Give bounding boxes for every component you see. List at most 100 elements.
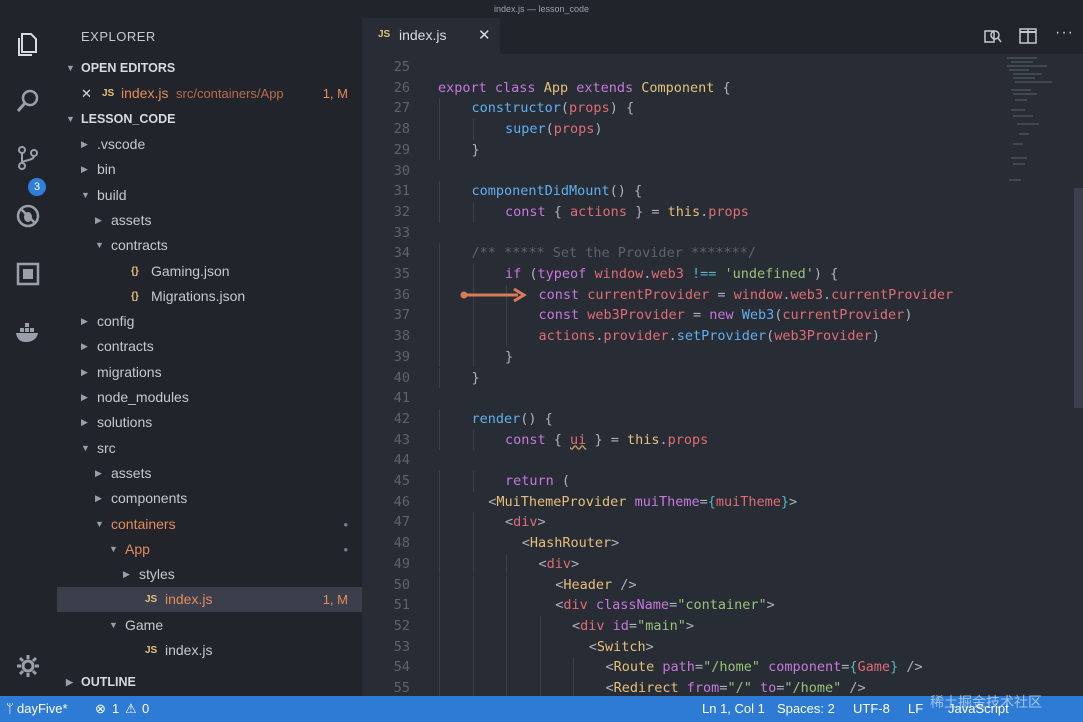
code-line[interactable]: 35 if (typeof window.web3 !== 'undefined'… xyxy=(362,264,1002,285)
workspace-header[interactable]: ▼ LESSON_CODE xyxy=(57,107,362,131)
chevron-right-icon[interactable]: ▶ xyxy=(81,309,88,334)
open-changes-icon[interactable] xyxy=(982,26,1002,46)
code-line[interactable]: 33 xyxy=(362,223,1002,244)
code-line[interactable]: 26 export class App extends Component { xyxy=(362,78,1002,99)
tree-item[interactable]: ▶ contracts xyxy=(57,334,362,359)
chevron-right-icon[interactable]: ▶ xyxy=(81,334,88,359)
tree-item[interactable]: ▼ App • xyxy=(57,537,362,562)
tree-item[interactable]: ▶ bin xyxy=(57,157,362,182)
tree-item[interactable]: ▶ assets xyxy=(57,461,362,486)
code-line[interactable]: 45 return ( xyxy=(362,471,1002,492)
code-line[interactable]: 51 <div className="container"> xyxy=(362,595,1002,616)
tree-item[interactable]: ▶ node_modules xyxy=(57,385,362,410)
code-line[interactable]: 41 xyxy=(362,388,1002,409)
code-line[interactable]: 36 const currentProvider = window.web3.cu… xyxy=(362,285,1002,306)
code-line[interactable]: 53 <Switch> xyxy=(362,637,1002,658)
tree-item[interactable]: ▶ components xyxy=(57,486,362,511)
code-line[interactable]: 31 componentDidMount() { xyxy=(362,181,1002,202)
chevron-right-icon[interactable]: ▶ xyxy=(81,410,88,435)
code-line[interactable]: 25 xyxy=(362,57,1002,78)
code-line[interactable]: 29} xyxy=(362,140,1002,161)
tree-item[interactable]: ▼ containers • xyxy=(57,512,362,537)
tree-item[interactable]: {} Gaming.json xyxy=(57,259,362,284)
tree-item[interactable]: {} Migrations.json xyxy=(57,284,362,309)
code-line[interactable]: 37 const web3Provider = new Web3(currentP… xyxy=(362,305,1002,326)
code-line[interactable]: 54 <Route path="/home" component={Game} /… xyxy=(362,657,1002,678)
search-icon[interactable] xyxy=(10,83,46,119)
open-editors-header[interactable]: ▼ OPEN EDITORS xyxy=(57,56,362,80)
code-line[interactable]: 40} xyxy=(362,368,1002,389)
extensions-icon[interactable] xyxy=(10,256,46,292)
scrollbar-thumb[interactable] xyxy=(1074,188,1083,408)
encoding[interactable]: UTF-8 xyxy=(853,696,890,722)
chevron-down-icon[interactable]: ▼ xyxy=(95,512,104,537)
code-editor[interactable]: 25 26 export class App extends Component {… xyxy=(362,54,1083,699)
code-line[interactable]: 42 render() { xyxy=(362,409,1002,430)
source-control-icon[interactable] xyxy=(10,140,46,176)
chevron-down-icon[interactable]: ▼ xyxy=(109,613,118,638)
tree-item[interactable]: ▼ contracts xyxy=(57,233,362,258)
error-icon[interactable]: ⊗ xyxy=(95,696,106,722)
debug-icon[interactable] xyxy=(10,198,46,234)
chevron-down-icon[interactable]: ▼ xyxy=(95,233,104,258)
files-icon[interactable] xyxy=(10,26,46,62)
code-line[interactable]: 32 const { actions } = this.props xyxy=(362,202,1002,223)
close-icon[interactable]: ✕ xyxy=(478,26,491,44)
tree-item[interactable]: JS index.js xyxy=(57,638,362,663)
tree-item[interactable]: ▼ Game xyxy=(57,613,362,638)
warning-icon[interactable]: ⚠ xyxy=(125,696,137,722)
chevron-right-icon[interactable]: ▶ xyxy=(81,385,88,410)
chevron-right-icon[interactable]: ▶ xyxy=(95,208,102,233)
indentation[interactable]: Spaces: 2 xyxy=(777,696,835,722)
code-line[interactable]: 34 /** ***** Set the Provider *******/ xyxy=(362,243,1002,264)
code-line[interactable]: 46 <MuiThemeProvider muiTheme={muiTheme}> xyxy=(362,492,1002,513)
chevron-right-icon[interactable]: ▶ xyxy=(81,360,88,385)
code-line[interactable]: 44 xyxy=(362,450,1002,471)
code-line[interactable]: 30 xyxy=(362,161,1002,182)
open-editor-item[interactable]: ✕ JS index.js src/containers/App 1, M xyxy=(57,81,362,106)
chevron-right-icon[interactable]: ▶ xyxy=(123,562,130,587)
chevron-down-icon[interactable]: ▼ xyxy=(81,183,90,208)
outline-header[interactable]: ▶ OUTLINE xyxy=(57,670,362,694)
tree-item[interactable]: JS index.js 1, M xyxy=(57,587,362,613)
tree-item[interactable]: ▶ solutions xyxy=(57,410,362,435)
code-line[interactable]: 47 <div> xyxy=(362,512,1002,533)
code-line[interactable]: 38 actions.provider.setProvider(web3Provi… xyxy=(362,326,1002,347)
code-line[interactable]: 49 <div> xyxy=(362,554,1002,575)
code-line[interactable]: 39} xyxy=(362,347,1002,368)
indent-guide xyxy=(539,657,541,678)
chevron-right-icon[interactable]: ▶ xyxy=(81,132,88,157)
line-ending[interactable]: LF xyxy=(908,696,923,722)
docker-icon[interactable] xyxy=(10,314,46,350)
tree-item[interactable]: ▶ assets xyxy=(57,208,362,233)
branch-icon[interactable]: ᛘ xyxy=(6,696,14,722)
code-line[interactable]: 50 <Header /> xyxy=(362,575,1002,596)
split-editor-icon[interactable] xyxy=(1018,26,1038,46)
chevron-right-icon[interactable]: ▶ xyxy=(95,461,102,486)
settings-gear-icon[interactable] xyxy=(10,648,46,684)
chevron-right-icon[interactable]: ▶ xyxy=(81,157,88,182)
chevron-down-icon[interactable]: ▼ xyxy=(81,436,90,461)
code-line[interactable]: 27 constructor(props) { xyxy=(362,98,1002,119)
chevron-right-icon[interactable]: ▶ xyxy=(95,486,102,511)
more-actions-icon[interactable]: ··· xyxy=(1055,24,1074,42)
branch-name[interactable]: dayFive* xyxy=(17,696,68,722)
tree-item[interactable]: ▶ migrations xyxy=(57,360,362,385)
tab-index-js[interactable]: JS index.js ✕ xyxy=(362,18,500,54)
tree-item[interactable]: ▶ .vscode xyxy=(57,132,362,157)
js-file-icon: JS xyxy=(378,29,391,40)
code-line[interactable]: 52 <div id="main"> xyxy=(362,616,1002,637)
code-line[interactable]: 48 <HashRouter> xyxy=(362,533,1002,554)
cursor-position[interactable]: Ln 1, Col 1 xyxy=(702,696,765,722)
warning-count[interactable]: 0 xyxy=(142,696,149,722)
tree-item[interactable]: ▼ src xyxy=(57,436,362,461)
tree-item[interactable]: ▼ build xyxy=(57,183,362,208)
code-line[interactable]: 28 super(props) xyxy=(362,119,1002,140)
chevron-down-icon[interactable]: ▼ xyxy=(109,537,118,562)
tree-item[interactable]: ▶ config xyxy=(57,309,362,334)
error-count[interactable]: 1 xyxy=(112,696,119,722)
minimap[interactable] xyxy=(1007,54,1077,194)
close-icon[interactable]: ✕ xyxy=(81,81,92,106)
tree-item[interactable]: ▶ styles xyxy=(57,562,362,587)
code-line[interactable]: 43 const { ui } = this.props xyxy=(362,430,1002,451)
